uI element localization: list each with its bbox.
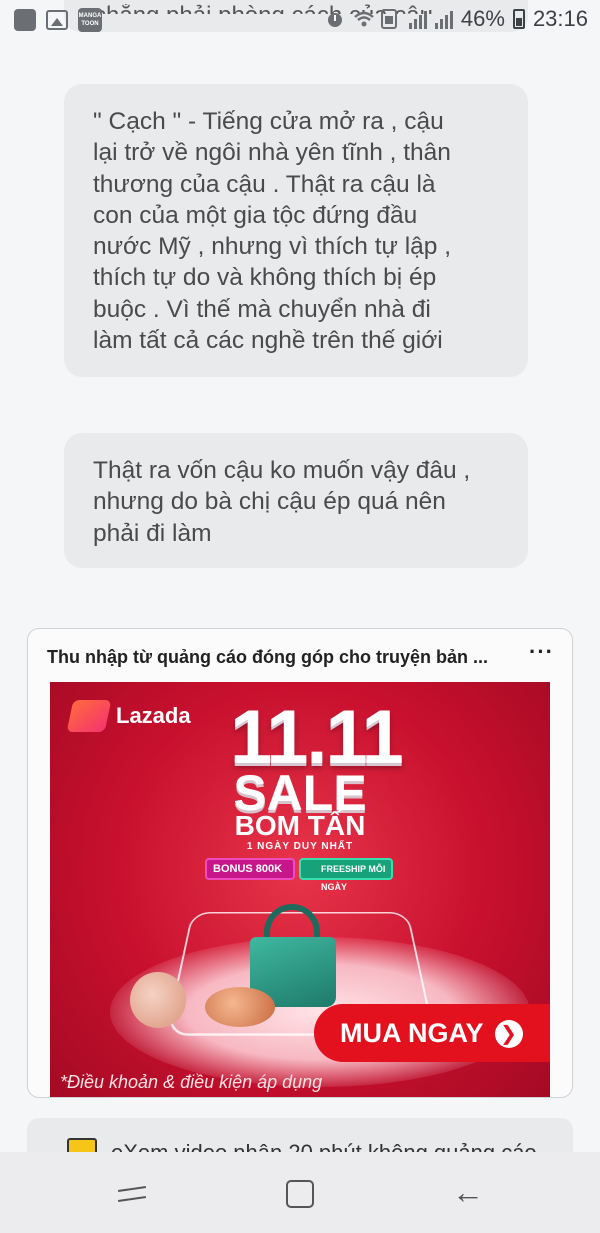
story-paragraph-bubble[interactable]: " Cạch " - Tiếng cửa mở ra , cậu lại trở… [64,84,528,377]
story-paragraph-bubble[interactable]: Thật ra vốn cậu ko muốn vậy đâu , nhưng … [64,433,528,568]
lazada-brand-text: Lazada [116,703,191,728]
cosmetic-image [205,987,275,1027]
lazada-ad-banner[interactable]: Lazada 11.11 SALE BOM TẤN 1 NGÀY DUY NHẤ… [50,682,550,1097]
signal-icon-1 [408,9,427,29]
signal-icon-2 [434,9,453,29]
lazada-heart-icon [66,700,112,732]
status-bar: chẳng phải phòng cách của cậu MANGA TOON… [0,0,600,40]
battery-percent: 46% [460,6,505,31]
system-navigation-bar: ← [0,1152,600,1233]
story-line: " Cạch " - Tiếng cửa mở ra , cậu [93,108,444,135]
back-icon[interactable]: ← [452,1176,484,1208]
wifi-icon [353,9,374,29]
story-line: thương của cậu . Thật ra cậu là [93,170,436,198]
buy-now-label: MUA NGAY [340,1018,484,1048]
buy-now-button[interactable]: MUA NGAY ❯ [314,1004,550,1062]
story-line: làm tất cả các nghề trên thế giới [93,327,443,355]
story-line: con của một gia tộc đứng đầu [93,201,418,229]
cushion-puff-image [130,972,186,1028]
lazada-logo: Lazada [66,700,191,732]
voucher-badge: BONUS 800K [205,858,295,880]
home-icon[interactable] [286,1180,314,1208]
system-status: 46% 23:16 [325,6,588,32]
story-line: phải đi làm [93,519,212,547]
story-line: nhưng do bà chị cậu ép quá nên [93,488,446,516]
sim-icon [380,9,401,29]
notification-icons: MANGA TOON [14,8,102,32]
story-line: thích tự do và không thích bị ép [93,264,437,292]
gallery-notification-icon [46,10,68,30]
freeship-badge: FREESHIP MỖI NGÀY [299,858,393,892]
recent-apps-icon[interactable] [117,1180,147,1206]
story-line: Thật ra vốn cậu ko muốn vậy đâu , [93,457,471,484]
story-line: lại trở về ngôi nhà yên tĩnh , thân [93,139,451,167]
app-notification-icon [14,9,36,31]
terms-text: *Điều khoản & điều kiện áp dụng [60,1072,323,1092]
arrow-right-icon: ❯ [494,1020,523,1048]
more-options-icon[interactable]: ··· [529,639,554,665]
ad-card[interactable]: Thu nhập từ quảng cáo đóng góp cho truyệ… [27,628,573,1098]
alarm-icon [325,9,345,29]
story-line: buộc . Vì thế mà chuyển nhà đi [93,295,431,323]
sale-subtitle: BOM TẤN [234,810,366,841]
battery-icon [512,9,525,29]
one-day-label: 1 NGÀY DUY NHẤT [246,841,354,852]
clock: 23:16 [532,6,588,31]
mangatoon-notification-icon: MANGA TOON [78,8,102,32]
ad-title: Thu nhập từ quảng cáo đóng góp cho truyệ… [47,647,489,667]
story-line: nước Mỹ , nhưng vì thích tự lập , [93,233,452,261]
